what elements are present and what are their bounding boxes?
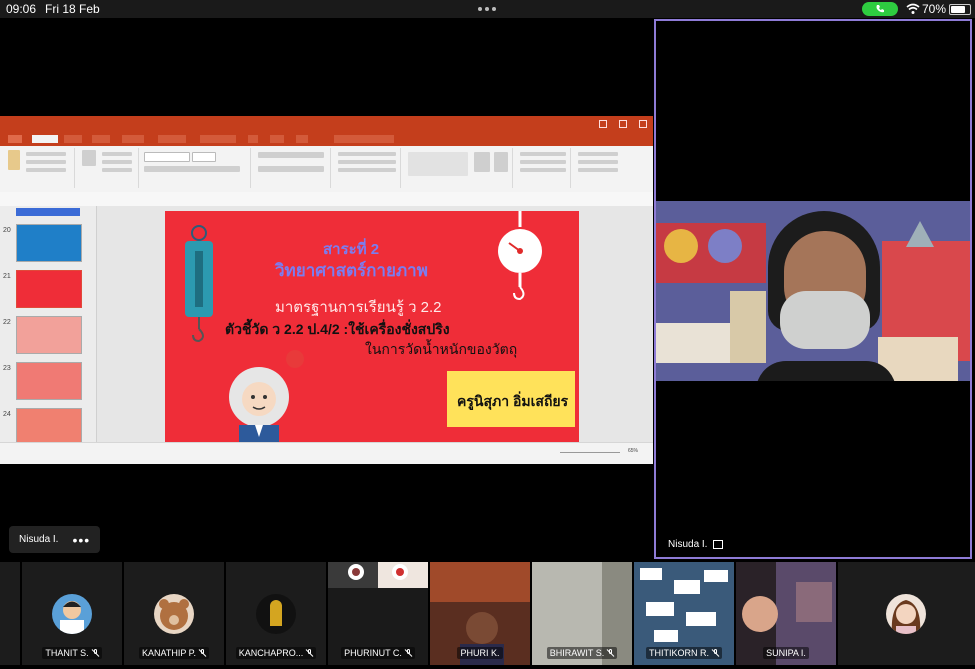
current-slide: สาระที่ 2 วิทยาศาสตร์กายภาพ มาตรฐานการเร…	[165, 211, 579, 442]
participant-strip: THANIT S. KANATHIP P. KANCHAPRO... PHURI…	[0, 562, 975, 669]
status-bar: 09:06 Fri 18 Feb 70%	[0, 0, 975, 18]
participant-tile[interactable]: THANIT S.	[22, 562, 122, 665]
shared-screen[interactable]: 20 21 22 23 24 สาระที่ 2 วิทยาศาสตร์กายภ…	[0, 116, 653, 464]
slide-standard: มาตรฐานการเรียนรู้ ว 2.2	[275, 299, 442, 316]
slide-thumb-23: 23	[3, 362, 82, 400]
mic-off-icon	[199, 649, 206, 657]
call-indicator-icon[interactable]	[862, 2, 898, 16]
powerpoint-statusbar: 65%	[0, 442, 653, 464]
participant-tile[interactable]: KANATHIP P.	[124, 562, 224, 665]
speaker-name: Nisuda I.	[668, 539, 708, 550]
slide-canvas: สาระที่ 2 วิทยาศาสตร์กายภาพ มาตรฐานการเร…	[97, 206, 653, 442]
lamp-icon	[906, 221, 934, 247]
avatar	[52, 594, 92, 634]
date: Fri 18 Feb	[45, 2, 100, 16]
participant-tile[interactable]: BHIRAWIT S.	[532, 562, 632, 665]
minimize-icon	[599, 120, 607, 128]
slide-indicator-cont: ในการวัดน้ำหนักของวัตถุ	[365, 341, 518, 357]
participant-tile[interactable]: PHURI K.	[430, 562, 530, 665]
spring-scale-icon	[185, 225, 213, 343]
battery-icon	[949, 4, 971, 15]
zoom-slider	[560, 452, 620, 453]
slide-thumb-20: 20	[3, 224, 82, 262]
mic-off-icon	[712, 649, 719, 657]
participant-tile[interactable]: SUNIPA I.	[736, 562, 836, 665]
ribbon-tabs	[0, 132, 653, 146]
speaker-person	[756, 211, 896, 381]
speaker-video	[656, 201, 970, 381]
slide-title-2: วิทยาศาสตร์กายภาพ	[275, 261, 428, 280]
window-controls	[599, 120, 647, 128]
avatar	[886, 594, 926, 634]
slide-thumb-21: 21	[3, 270, 82, 308]
teacher-nameplate: ครูนิสุภา อิ่มเสถียร	[447, 371, 575, 427]
mic-off-icon	[607, 649, 614, 657]
participant-tile[interactable]: THITIKORN R.	[634, 562, 734, 665]
speaker-name-label: Nisuda I.	[662, 537, 730, 552]
clock: 09:06	[6, 2, 37, 16]
close-icon	[639, 120, 647, 128]
speaker-video-tile[interactable]: Nisuda I.	[654, 19, 972, 559]
slide-thumbnails: 20 21 22 23 24	[0, 206, 97, 446]
multitasking-dots-icon[interactable]	[478, 7, 498, 11]
teacher-name: ครูนิสุภา อิ่มเสถียร	[457, 393, 569, 409]
wifi-icon	[906, 3, 920, 14]
participant-tile[interactable]: PHURINUT C.	[328, 562, 428, 665]
battery-percent: 70%	[922, 2, 947, 16]
face-mask	[780, 291, 870, 349]
maximize-icon	[619, 120, 627, 128]
avatar	[256, 594, 296, 634]
mic-off-icon	[405, 649, 412, 657]
powerpoint-titlebar	[0, 116, 653, 132]
more-options-icon[interactable]: •••	[72, 532, 90, 548]
participant-tile[interactable]	[838, 562, 975, 665]
share-owner-name: Nisuda I.	[19, 534, 59, 545]
screen-share-icon	[713, 540, 724, 549]
participant-tile-partial[interactable]	[0, 562, 20, 665]
zoom-level: 65%	[628, 448, 639, 454]
dial-scale-icon	[498, 211, 542, 301]
participant-tile[interactable]: KANCHAPRO...	[226, 562, 326, 665]
avatar	[154, 594, 194, 634]
share-owner-label[interactable]: Nisuda I. •••	[9, 526, 101, 553]
slide-thumb-22: 22	[3, 316, 82, 354]
slide-thumb-24: 24	[3, 408, 82, 446]
mic-off-icon	[92, 649, 99, 657]
mic-off-icon	[306, 649, 313, 657]
ribbon	[0, 146, 653, 193]
quick-access-toolbar	[0, 192, 653, 206]
newton-cartoon-icon	[229, 350, 304, 442]
slide-indicator: ตัวชี้วัด ว 2.2 ป.4/2 :ใช้เครื่องชั่งสปร…	[225, 321, 450, 337]
